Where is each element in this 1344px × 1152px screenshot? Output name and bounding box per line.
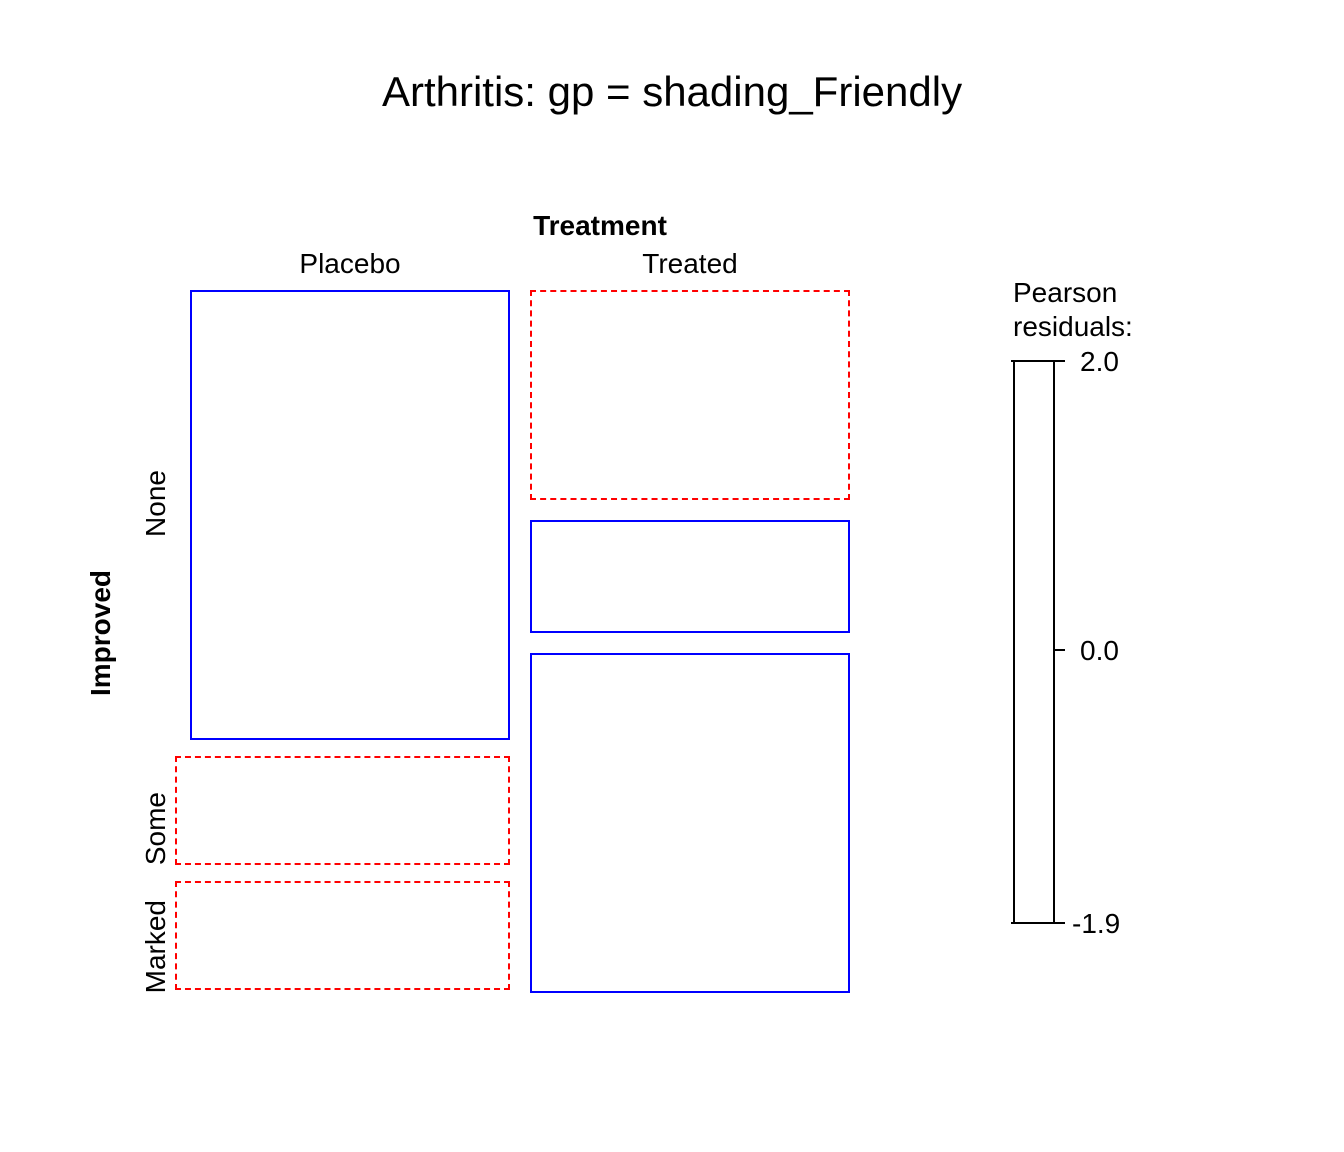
row-label-none: None <box>140 470 172 537</box>
col-header-placebo: Placebo <box>190 248 510 280</box>
legend-title-line1: Pearson <box>1013 276 1117 310</box>
legend-tick-mid <box>1055 649 1065 651</box>
col-axis-title: Treatment <box>300 210 900 242</box>
tile-treated-none <box>530 290 850 500</box>
col-header-treated: Treated <box>530 248 850 280</box>
legend-tick-bottom <box>1011 922 1065 924</box>
row-axis-title: Improved <box>85 570 117 696</box>
legend-value-top: 2.0 <box>1080 346 1119 378</box>
legend-tick-top <box>1011 360 1065 362</box>
tile-placebo-some <box>175 756 510 865</box>
legend-title-line2: residuals: <box>1013 310 1133 344</box>
row-label-some: Some <box>140 792 172 865</box>
row-label-marked: Marked <box>140 900 172 993</box>
tile-treated-marked <box>530 653 850 993</box>
chart-title: Arthritis: gp = shading_Friendly <box>0 68 1344 116</box>
legend-value-mid: 0.0 <box>1080 635 1119 667</box>
tile-placebo-none <box>190 290 510 740</box>
tile-treated-some <box>530 520 850 633</box>
tile-placebo-marked <box>175 881 510 990</box>
legend-bar <box>1013 360 1055 924</box>
legend-value-bottom: -1.9 <box>1072 908 1120 940</box>
